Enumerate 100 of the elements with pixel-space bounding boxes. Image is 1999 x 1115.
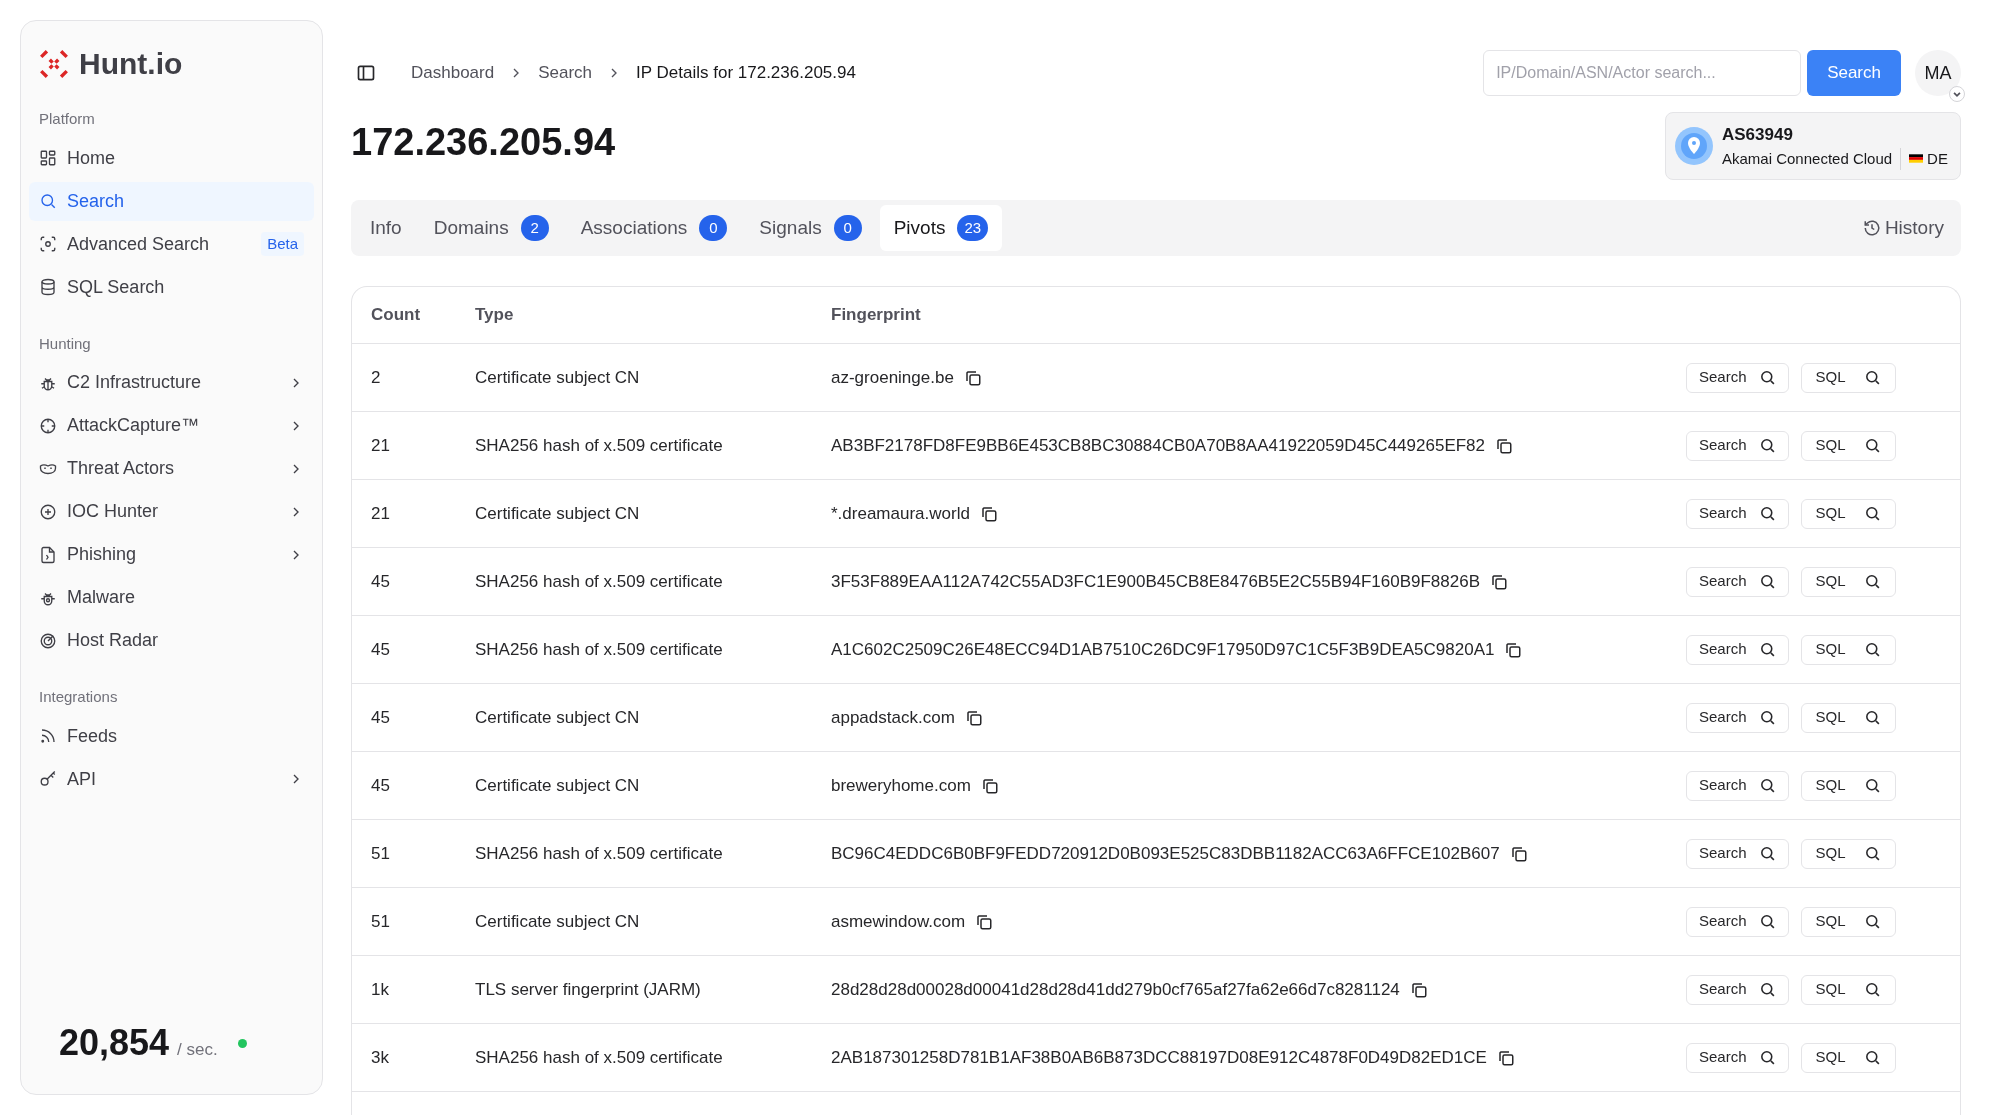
fingerprint-cell-text: breweryhome.com — [831, 774, 971, 797]
sidebar-item[interactable]: Phishing — [29, 535, 314, 574]
search-button[interactable]: Search — [1686, 838, 1789, 869]
count-cell: 45 — [371, 775, 390, 795]
sql-button[interactable]: SQL — [1800, 1042, 1896, 1073]
search-icon — [1758, 709, 1776, 726]
sql-button[interactable]: SQL — [1800, 838, 1896, 869]
page-title: 172.236.205.94 — [351, 120, 616, 165]
history-icon — [1862, 219, 1881, 237]
sql-button[interactable]: SQL — [1800, 362, 1896, 393]
copy-icon[interactable] — [964, 708, 983, 727]
sql-button[interactable]: SQL — [1800, 702, 1896, 733]
sidebar-item[interactable]: Search — [29, 181, 314, 221]
sidebar-item[interactable]: Host Radar — [29, 621, 314, 660]
sidebar-item[interactable]: IOC Hunter — [29, 492, 314, 531]
type-cell: TLS server fingerprint (JARM) — [475, 979, 701, 999]
search-icon — [1758, 913, 1776, 930]
search-button[interactable]: Search — [1686, 430, 1789, 461]
asn-organization: Akamai Connected Cloud — [1722, 147, 1902, 170]
sql-button[interactable]: SQL — [1800, 974, 1896, 1005]
sql-button[interactable]: SQL — [1800, 498, 1896, 529]
fingerprint-cell-text: 2AB187301258D781B1AF38B0AB6B873DCC88197D08E912C4878F0D49D82ED1CE — [831, 1046, 1487, 1069]
count-cell: 45 — [371, 571, 390, 591]
fingerprint-cell-text: BC96C4EDDC6B0BF9FEDD720912D0B093E525C83DBB1182ACC63A6FFCE102B607 — [831, 842, 1500, 865]
count-cell: 21 — [371, 435, 390, 455]
search-button[interactable]: Search — [1686, 770, 1789, 801]
count-cell: 51 — [371, 843, 390, 863]
rss-icon — [39, 727, 57, 745]
count-badge: 2 — [520, 215, 549, 241]
history-button[interactable]: History — [1862, 213, 1944, 243]
search-icon — [1863, 777, 1881, 794]
sidebar-toggle-icon[interactable] — [356, 63, 376, 83]
copy-icon[interactable] — [1496, 1048, 1515, 1067]
search-button[interactable]: Search — [1686, 498, 1789, 529]
copy-icon[interactable] — [1490, 572, 1508, 591]
tab[interactable]: Associations 0 — [566, 205, 742, 251]
count-cell: 45 — [371, 639, 390, 659]
search-field[interactable]: IP/Domain/ASN/Actor search... — [1483, 50, 1802, 96]
sidebar-item[interactable]: AttackCapture™ — [29, 406, 314, 445]
sidebar-item[interactable]: C2 Infrastructure — [29, 363, 314, 402]
breadcrumb-link[interactable]: Dashboard — [411, 60, 495, 86]
fingerprint-cell-text: *.dreamaura.world — [831, 502, 970, 525]
chevron-down-icon[interactable] — [1949, 86, 1965, 102]
copy-icon[interactable] — [1409, 980, 1428, 999]
search-icon — [1758, 573, 1776, 590]
copy-icon[interactable] — [963, 368, 982, 387]
section-heading: Platform — [38, 109, 96, 129]
sidebar-item[interactable]: API — [29, 759, 314, 799]
sql-button[interactable]: SQL — [1800, 634, 1896, 665]
search-button[interactable]: Search — [1686, 1042, 1789, 1073]
search-button[interactable]: Search — [1686, 702, 1789, 733]
search-button[interactable]: Search — [1686, 566, 1789, 597]
search-button[interactable]: Search — [1807, 50, 1901, 96]
user-avatar[interactable]: MA — [1915, 50, 1961, 96]
grid-icon — [39, 149, 57, 167]
sidebar-item[interactable]: SQL Search — [29, 267, 314, 307]
section-heading: Hunting — [38, 333, 92, 354]
search-icon — [1758, 369, 1776, 386]
column-header: Count — [371, 305, 421, 325]
sql-button[interactable]: SQL — [1800, 430, 1896, 461]
sidebar-item[interactable]: Feeds — [29, 716, 314, 756]
type-cell: Certificate subject CN — [475, 911, 640, 931]
count-cell: 45 — [371, 707, 390, 727]
count-cell: 51 — [371, 911, 390, 931]
fingerprint-cell-text: appadstack.com — [831, 706, 955, 729]
sql-button[interactable]: SQL — [1800, 566, 1896, 597]
search-button[interactable]: Search — [1686, 974, 1789, 1005]
search-button[interactable]: Search — [1686, 906, 1789, 937]
sql-button[interactable]: SQL — [1800, 770, 1896, 801]
type-cell: SHA256 hash of x.509 certificate — [475, 571, 723, 591]
breadcrumb-current: IP Details for 172.236.205.94 — [636, 62, 856, 85]
type-cell: Certificate subject CN — [475, 367, 640, 387]
tab[interactable]: Info — [356, 205, 416, 251]
search-icon — [1863, 573, 1881, 590]
copy-icon[interactable] — [1504, 640, 1523, 659]
sql-button[interactable]: SQL — [1800, 906, 1896, 937]
database-icon — [39, 278, 57, 296]
copy-icon[interactable] — [980, 776, 999, 795]
search-icon — [1863, 981, 1881, 998]
tab[interactable]: Domains 2 — [419, 205, 563, 251]
search-button[interactable]: Search — [1686, 634, 1789, 665]
breadcrumb-link[interactable]: Search — [538, 60, 593, 86]
tab[interactable]: Pivots 23 — [879, 205, 1003, 251]
fingerprint-cell-text: asmewindow.com — [831, 910, 966, 933]
search-icon — [1758, 845, 1776, 862]
search-icon — [1863, 437, 1881, 454]
sidebar-item[interactable]: Threat Actors — [29, 449, 314, 488]
count-badge: 23 — [957, 215, 989, 241]
tab[interactable]: Signals 0 — [745, 205, 876, 251]
sidebar-item[interactable]: Malware — [29, 578, 314, 617]
copy-icon[interactable] — [1495, 436, 1513, 455]
copy-icon[interactable] — [1509, 844, 1528, 863]
count-cell: 1k — [371, 979, 389, 999]
copy-icon[interactable] — [979, 504, 998, 523]
search-icon — [1863, 641, 1881, 658]
sidebar-item[interactable]: Home — [29, 138, 314, 178]
search-icon — [1758, 1049, 1776, 1066]
sidebar-item[interactable]: Advanced Search Beta — [29, 224, 314, 264]
search-button[interactable]: Search — [1686, 362, 1789, 393]
copy-icon[interactable] — [975, 912, 994, 931]
